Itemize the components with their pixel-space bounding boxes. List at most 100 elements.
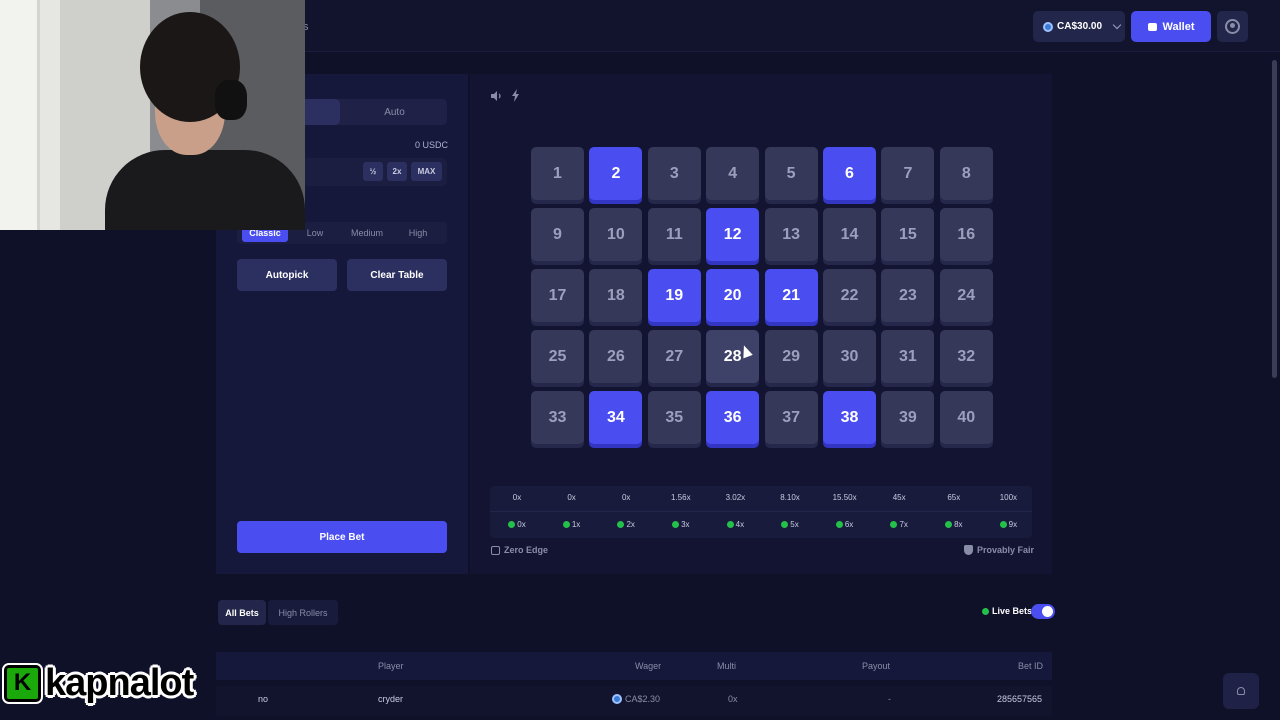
keno-tile[interactable]: 20 xyxy=(706,269,760,322)
keno-tile[interactable]: 38 xyxy=(823,391,876,444)
keno-tile[interactable]: 31 xyxy=(881,330,935,383)
payout-hit: 9x xyxy=(982,517,1034,532)
keno-tile[interactable]: 9 xyxy=(531,208,584,261)
col-multi: Multi xyxy=(717,661,737,671)
keno-tile[interactable]: 15 xyxy=(881,208,935,261)
bets-table-header xyxy=(216,652,1052,680)
hit-count: 7x xyxy=(899,520,908,529)
cell-bet-id[interactable]: 285657565 xyxy=(997,694,1042,704)
keno-tile[interactable]: 23 xyxy=(881,269,935,322)
keno-tile[interactable]: 10 xyxy=(589,208,643,261)
payout-hit: 4x xyxy=(709,517,761,532)
keno-tile[interactable]: 6 xyxy=(823,147,876,200)
cell-game: no xyxy=(258,694,269,704)
keno-tile[interactable]: 39 xyxy=(881,391,935,444)
keno-tile[interactable]: 19 xyxy=(647,269,701,322)
payout-hit: 3x xyxy=(655,517,707,532)
keno-tile[interactable]: 4 xyxy=(706,147,760,200)
hit-count: 0x xyxy=(517,520,526,529)
keno-tile[interactable]: 17 xyxy=(531,269,584,322)
keno-tile[interactable]: 33 xyxy=(531,391,584,444)
payout-multiplier: 65x xyxy=(947,493,961,502)
keno-tile[interactable]: 28 xyxy=(706,330,760,383)
zero-edge-badge[interactable]: Zero Edge xyxy=(491,545,548,555)
balance-value: CA$30.00 xyxy=(1057,21,1103,32)
wallet-button[interactable]: Wallet xyxy=(1131,11,1211,42)
keno-tile[interactable]: 12 xyxy=(706,208,760,261)
keno-tile[interactable]: 22 xyxy=(823,269,876,322)
hit-count: 1x xyxy=(571,520,581,529)
keno-tile[interactable]: 29 xyxy=(764,330,818,383)
autopick-button[interactable]: Autopick xyxy=(237,259,337,291)
auto-tab[interactable]: Auto xyxy=(343,99,446,125)
webcam-door xyxy=(0,0,40,230)
balance-dropdown[interactable]: CA$30.00 xyxy=(1033,11,1125,42)
headset-icon xyxy=(1237,687,1245,695)
risk-medium[interactable]: Medium xyxy=(342,224,392,242)
keno-tile[interactable]: 24 xyxy=(939,269,993,322)
live-bets-label: Live Bets xyxy=(992,606,1033,616)
wager-value: CA$2.30 xyxy=(625,694,661,704)
payout-multiplier: 1.56x xyxy=(671,493,691,502)
col-payout: Payout xyxy=(862,661,891,671)
keno-tile[interactable]: 35 xyxy=(647,391,701,444)
logo-mark: K xyxy=(4,664,41,702)
keno-tile[interactable]: 27 xyxy=(647,330,701,383)
logo-text: kapnalot xyxy=(45,661,194,704)
payout-multiplier: 0x xyxy=(621,493,631,502)
keno-tile[interactable]: 1 xyxy=(531,147,584,200)
keno-tile[interactable]: 40 xyxy=(939,391,993,444)
account-button[interactable] xyxy=(1217,11,1248,42)
gem-icon xyxy=(945,521,953,528)
cell-wager: CA$2.30 xyxy=(612,694,660,704)
keno-tile[interactable]: 5 xyxy=(764,147,818,200)
gem-icon xyxy=(726,521,734,528)
user-icon xyxy=(1225,19,1240,34)
webcam-overlay xyxy=(0,0,305,230)
live-indicator xyxy=(982,608,989,615)
half-button[interactable]: ½ xyxy=(363,162,383,181)
gem-icon xyxy=(508,521,516,528)
keno-tile[interactable]: 2 xyxy=(589,147,643,200)
tab-high-rollers[interactable]: High Rollers xyxy=(268,600,338,625)
keno-tile[interactable]: 7 xyxy=(881,147,935,200)
provably-fair-link[interactable]: Provably Fair xyxy=(964,545,1034,555)
keno-tile[interactable]: 18 xyxy=(589,269,643,322)
keno-tile[interactable]: 11 xyxy=(647,208,701,261)
cell-player[interactable]: cryder xyxy=(378,694,403,704)
gem-icon xyxy=(781,521,789,528)
support-button[interactable] xyxy=(1223,673,1259,709)
gem-icon xyxy=(890,521,898,528)
payout-hit: 1x xyxy=(546,517,598,532)
instant-bet-icon[interactable] xyxy=(511,89,521,102)
tab-all-bets[interactable]: All Bets xyxy=(218,600,266,625)
keno-tile[interactable]: 34 xyxy=(589,391,643,444)
keno-tile[interactable]: 37 xyxy=(764,391,818,444)
keno-tile[interactable]: 32 xyxy=(939,330,993,383)
provably-fair-label: Provably Fair xyxy=(977,545,1035,555)
gem-icon xyxy=(672,521,680,528)
keno-tile[interactable]: 36 xyxy=(706,391,760,444)
col-player: Player xyxy=(378,661,404,671)
keno-tile[interactable]: 16 xyxy=(939,208,993,261)
max-button[interactable]: MAX xyxy=(411,162,442,181)
keno-tile[interactable]: 26 xyxy=(589,330,643,383)
double-button[interactable]: 2x xyxy=(387,162,407,181)
payout-multiplier: 3.02x xyxy=(725,493,746,502)
gem-icon xyxy=(999,521,1007,528)
gem-icon xyxy=(617,521,625,528)
wallet-icon xyxy=(1147,22,1157,31)
keno-tile[interactable]: 21 xyxy=(764,269,818,322)
keno-tile[interactable]: 30 xyxy=(823,330,876,383)
clear-table-button[interactable]: Clear Table xyxy=(347,259,447,291)
payout-multiplier: 100x xyxy=(999,493,1018,502)
keno-tile[interactable]: 8 xyxy=(939,147,993,200)
place-bet-button[interactable]: Place Bet xyxy=(237,521,447,553)
page-scrollbar[interactable] xyxy=(1272,60,1277,378)
keno-tile[interactable]: 13 xyxy=(764,208,818,261)
keno-tile[interactable]: 25 xyxy=(531,330,584,383)
sound-icon[interactable] xyxy=(490,90,502,102)
keno-tile[interactable]: 14 xyxy=(823,208,876,261)
risk-high[interactable]: High xyxy=(398,224,438,242)
keno-tile[interactable]: 3 xyxy=(647,147,701,200)
